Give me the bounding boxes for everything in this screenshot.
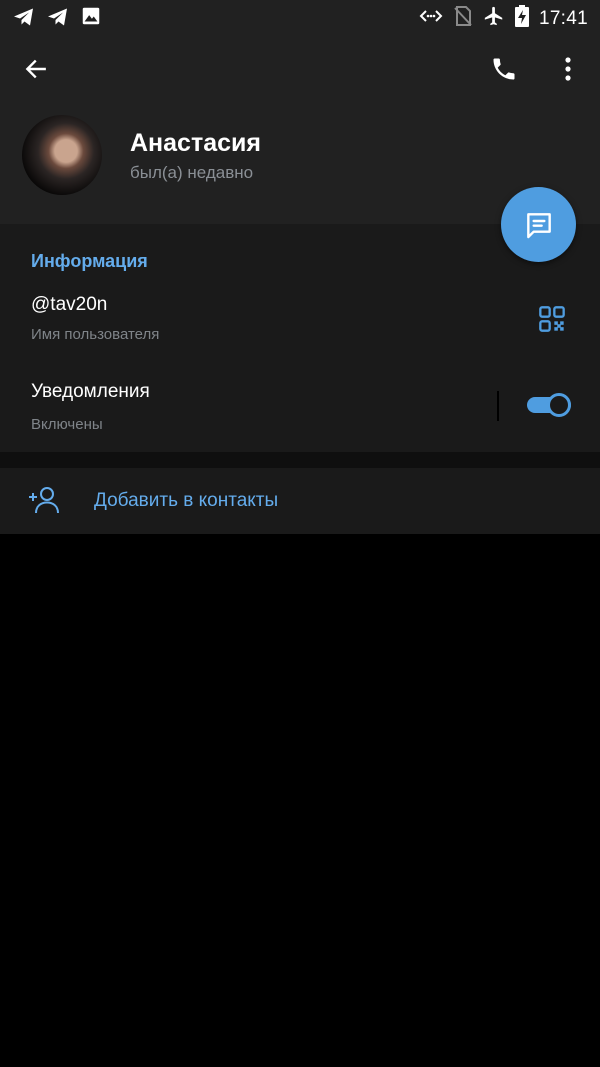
status-bar-system: 17:41	[419, 5, 588, 32]
info-section: Информация @tav20n Имя пользователя Увед…	[0, 224, 600, 452]
profile-name: Анастасия	[130, 129, 261, 157]
airplane-icon	[483, 5, 505, 32]
notifications-label[interactable]: Уведомления	[31, 381, 150, 403]
avatar[interactable]	[22, 115, 102, 195]
toggle-knob	[547, 393, 571, 417]
last-seen-status: был(а) недавно	[130, 163, 254, 182]
section-gap	[0, 452, 600, 468]
more-vertical-icon	[565, 57, 571, 81]
telegram-icon	[12, 5, 36, 34]
qr-code-icon	[539, 306, 565, 332]
notifications-toggle[interactable]	[527, 393, 571, 417]
notifications-value: Включены	[31, 416, 103, 433]
status-bar-time: 17:41	[538, 7, 588, 29]
add-user-icon	[29, 487, 59, 514]
divider	[497, 391, 499, 421]
status-bar: 17:41	[0, 0, 600, 34]
add-contact-label: Добавить в контакты	[94, 490, 279, 511]
no-sim-icon	[453, 5, 473, 32]
qr-code-button[interactable]	[532, 299, 572, 339]
image-icon	[80, 5, 102, 34]
add-contact-row[interactable]: Добавить в контакты	[0, 468, 600, 534]
call-button[interactable]	[480, 45, 528, 93]
status-bar-notifications	[12, 5, 102, 34]
data-transfer-icon	[419, 5, 443, 32]
username-label: Имя пользователя	[31, 326, 160, 343]
message-icon	[526, 212, 551, 238]
section-title-info: Информация	[31, 251, 148, 271]
back-button[interactable]	[12, 45, 60, 93]
username-value[interactable]: @tav20n	[31, 294, 107, 316]
back-arrow-icon	[25, 59, 46, 79]
battery-charging-icon	[514, 5, 529, 32]
more-options-button[interactable]	[544, 45, 592, 93]
phone-icon	[493, 58, 515, 80]
profile-header: Анастасия был(а) недавно	[0, 34, 600, 224]
telegram-icon	[46, 5, 70, 34]
send-message-button[interactable]	[501, 187, 576, 262]
